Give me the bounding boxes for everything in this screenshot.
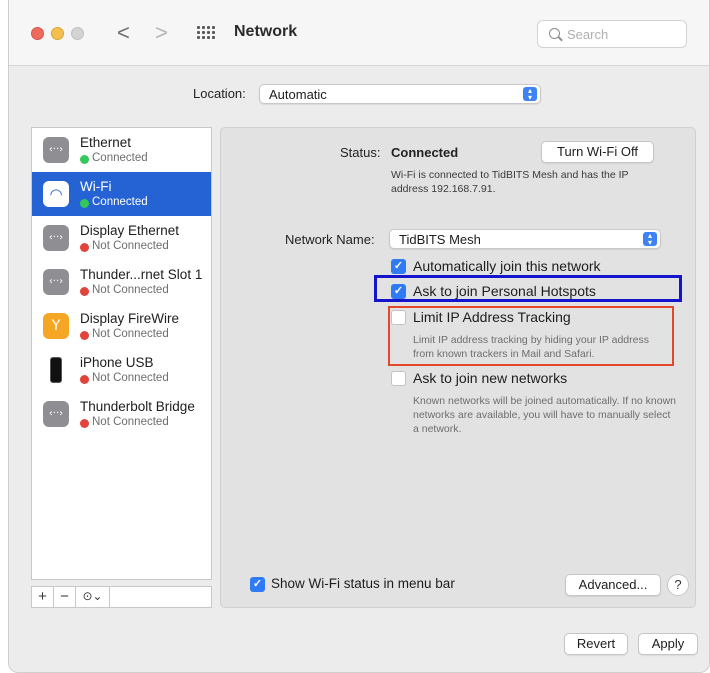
auto-join-checkbox[interactable]: ✓ bbox=[391, 259, 406, 274]
service-item-thunderbolt-bridge[interactable]: ‹··› Thunderbolt Bridge Not Connected bbox=[32, 392, 211, 436]
ask-new-networks-label: Ask to join new networks bbox=[413, 370, 568, 386]
turn-wifi-off-button[interactable]: Turn Wi-Fi Off bbox=[541, 141, 654, 163]
apply-button[interactable]: Apply bbox=[638, 633, 698, 655]
add-service-button[interactable]: + bbox=[32, 587, 54, 607]
status-dot-red bbox=[80, 375, 89, 384]
status-dot-red bbox=[80, 243, 89, 252]
location-popup[interactable]: Automatic ▴ ▾ bbox=[259, 84, 541, 104]
ask-new-networks-checkbox[interactable] bbox=[391, 371, 406, 386]
service-item-thunderbolt-ethernet[interactable]: ‹··› Thunder...rnet Slot 1 Not Connected bbox=[32, 260, 211, 304]
service-status: Not Connected bbox=[92, 328, 169, 340]
revert-button[interactable]: Revert bbox=[564, 633, 628, 655]
ask-new-networks-description: Known networks will be joined automatica… bbox=[413, 395, 677, 435]
auto-join-label: Automatically join this network bbox=[413, 258, 601, 274]
service-name: Ethernet bbox=[80, 135, 132, 150]
search-field[interactable]: Search bbox=[537, 20, 687, 48]
search-icon bbox=[549, 28, 560, 39]
show-wifi-status-label: Show Wi-Fi status in menu bar bbox=[271, 576, 455, 591]
red-highlight-box bbox=[388, 306, 674, 366]
status-dot-green bbox=[80, 199, 89, 208]
show-wifi-status-checkbox[interactable]: ✓ bbox=[250, 577, 265, 592]
status-dot-green bbox=[80, 155, 89, 164]
network-preferences-window: < > Network Search Location: Automatic ▴… bbox=[8, 0, 710, 673]
status-description: Wi-Fi is connected to TidBITS Mesh and h… bbox=[391, 169, 629, 195]
minimize-window-button[interactable] bbox=[51, 27, 64, 40]
iphone-icon bbox=[43, 357, 69, 383]
service-item-iphone-usb[interactable]: iPhone USB Not Connected bbox=[32, 348, 211, 392]
service-item-display-firewire[interactable]: Y Display FireWire Not Connected bbox=[32, 304, 211, 348]
service-status: Not Connected bbox=[92, 240, 169, 252]
service-status: Not Connected bbox=[92, 372, 169, 384]
forward-arrow-icon[interactable]: > bbox=[155, 21, 168, 45]
service-item-display-ethernet[interactable]: ‹··› Display Ethernet Not Connected bbox=[32, 216, 211, 260]
status-value: Connected bbox=[391, 145, 459, 160]
status-dot-red bbox=[80, 287, 89, 296]
blue-highlight-box bbox=[374, 275, 682, 302]
service-name: iPhone USB bbox=[80, 355, 154, 370]
zoom-window-button[interactable] bbox=[71, 27, 84, 40]
service-name: Thunder...rnet Slot 1 bbox=[80, 267, 203, 282]
remove-service-button[interactable]: − bbox=[54, 587, 76, 607]
back-arrow-icon[interactable]: < bbox=[117, 21, 130, 45]
help-button[interactable]: ? bbox=[667, 574, 689, 596]
service-item-ethernet[interactable]: ‹··› Ethernet Connected bbox=[32, 128, 211, 172]
ethernet-icon: ‹··› bbox=[43, 225, 69, 251]
ethernet-icon: ‹··› bbox=[43, 269, 69, 295]
status-dot-red bbox=[80, 331, 89, 340]
service-name: Display FireWire bbox=[80, 311, 180, 326]
title-bar: < > Network Search bbox=[9, 0, 709, 66]
status-label: Status: bbox=[340, 145, 381, 160]
network-name-label: Network Name: bbox=[285, 232, 375, 247]
service-list: ‹··› Ethernet Connected ◠ Wi-Fi Connecte… bbox=[31, 127, 212, 580]
popup-chevron-icon: ▴ ▾ bbox=[523, 87, 537, 102]
advanced-button[interactable]: Advanced... bbox=[565, 574, 661, 596]
service-status: Connected bbox=[92, 196, 148, 208]
service-status: Connected bbox=[92, 152, 148, 164]
popup-chevron-icon: ▴ ▾ bbox=[643, 232, 657, 247]
service-name: Display Ethernet bbox=[80, 223, 180, 238]
location-value: Automatic bbox=[269, 87, 327, 102]
service-name: Thunderbolt Bridge bbox=[80, 399, 195, 414]
search-placeholder: Search bbox=[567, 27, 609, 42]
show-all-grid-icon[interactable] bbox=[197, 26, 215, 40]
network-name-value: TidBITS Mesh bbox=[399, 232, 481, 247]
close-window-button[interactable] bbox=[31, 27, 44, 40]
action-menu-button[interactable]: ⊙⌄ bbox=[76, 587, 110, 607]
service-name: Wi-Fi bbox=[80, 179, 112, 194]
status-dot-red bbox=[80, 419, 89, 428]
service-list-controls: + − ⊙⌄ bbox=[31, 586, 212, 608]
network-name-popup[interactable]: TidBITS Mesh ▴ ▾ bbox=[389, 229, 661, 249]
ethernet-icon: ‹··› bbox=[43, 137, 69, 163]
wifi-icon: ◠ bbox=[43, 181, 69, 207]
service-item-wifi[interactable]: ◠ Wi-Fi Connected bbox=[32, 172, 211, 216]
service-status: Not Connected bbox=[92, 416, 169, 428]
ethernet-icon: ‹··› bbox=[43, 401, 69, 427]
service-status: Not Connected bbox=[92, 284, 169, 296]
firewire-icon: Y bbox=[43, 313, 69, 339]
location-label: Location: bbox=[193, 86, 246, 101]
detail-panel bbox=[220, 127, 696, 608]
window-title: Network bbox=[234, 23, 298, 40]
